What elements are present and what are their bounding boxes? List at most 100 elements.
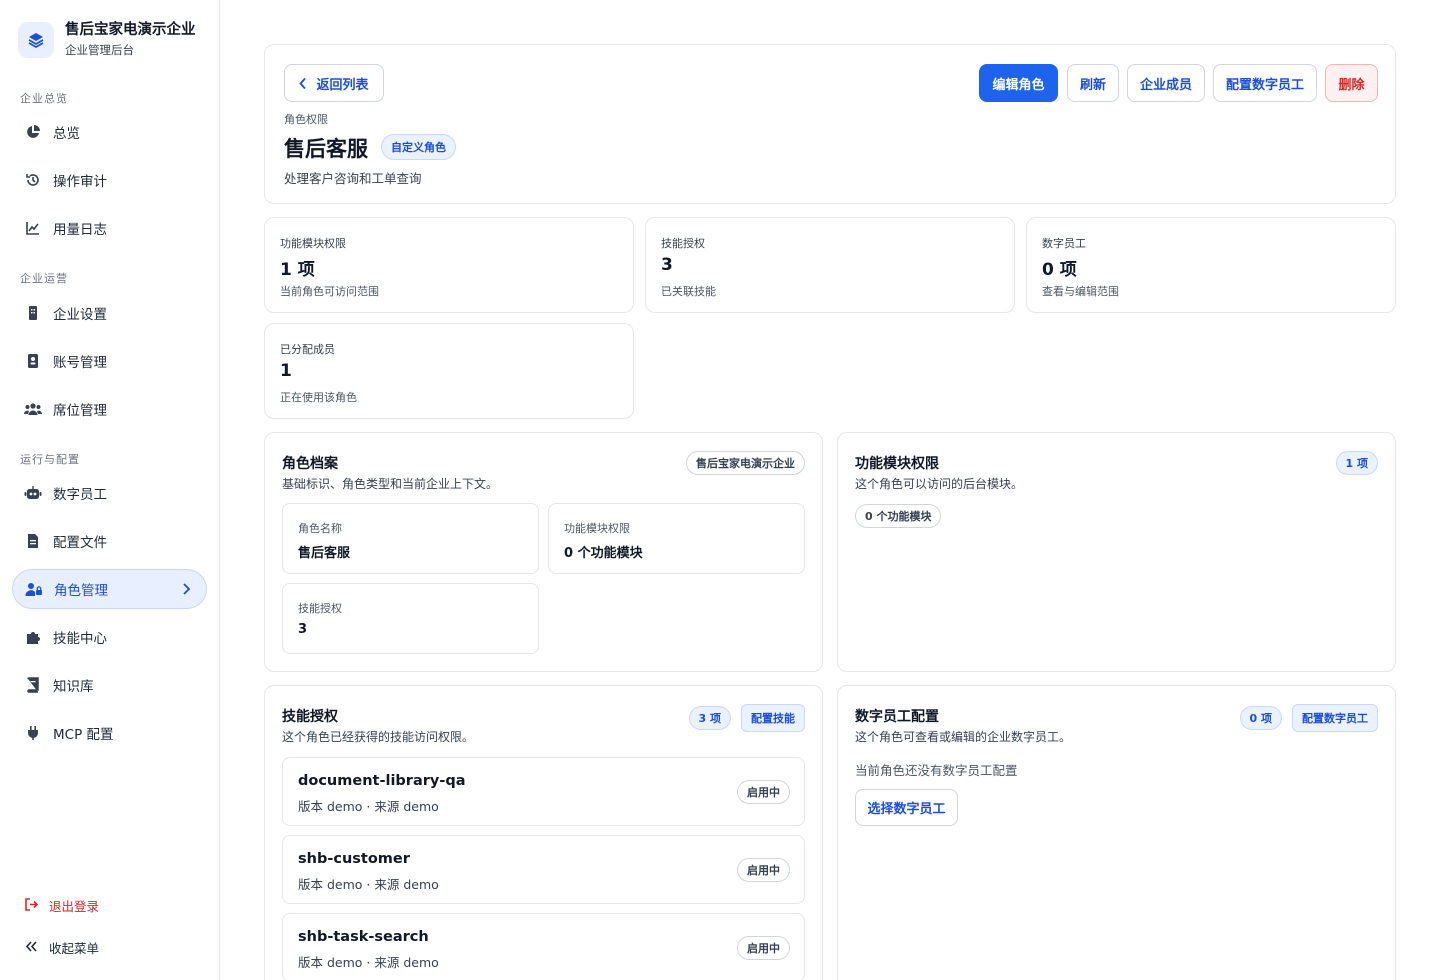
id-badge-icon [24,352,42,370]
stat-card-skills: 技能授权 3 已关联技能 [645,217,1015,313]
configure-skills-button[interactable]: 配置技能 [741,704,805,732]
pie-chart-icon [24,123,42,141]
sidebar-item-overview[interactable]: 总览 [12,112,207,152]
skills-count-badge: 3 项 [688,706,731,730]
sidebar-item-audit[interactable]: 操作审计 [12,160,207,200]
sidebar-item-label: 总览 [53,126,80,142]
members-button[interactable]: 企业成员 [1127,64,1205,102]
sidebar-item-label: 用量日志 [53,222,107,238]
back-button[interactable]: 返回列表 [284,64,384,102]
page-title: 售后客服 [284,137,368,161]
sidebar-item-knowledge[interactable]: 知识库 [12,665,207,705]
book-icon [24,676,42,694]
sidebar-item-config-files[interactable]: 配置文件 [12,521,207,561]
field-value: 3 [298,622,308,637]
brand-subtitle: 企业管理后台 [65,43,134,57]
sidebar-item-label: 席位管理 [53,403,107,419]
file-icon [24,532,42,550]
chevrons-left-icon [24,939,39,957]
employees-subtitle: 这个角色可查看或编辑的企业数字员工。 [855,730,1072,744]
field-skill-grants: 技能授权 3 [282,583,539,654]
sidebar-item-label: 数字员工 [53,487,107,503]
line-chart-icon [24,219,42,237]
stat-card-modules: 功能模块权限 1 项 当前角色可访问范围 [264,217,634,313]
role-profile-card: 角色档案 基础标识、角色类型和当前企业上下文。 售后宝家电演示企业 角色名称 售… [264,432,823,672]
sidebar-item-label: 技能中心 [53,631,107,647]
skill-meta: 版本 demo · 来源 demo [298,877,439,892]
modules-count-badge: 1 项 [1335,451,1378,475]
skill-name: document-library-qa [298,773,466,789]
chevron-right-icon [180,581,192,600]
brand-name: 售后宝家电演示企业 [65,22,196,38]
section-operations: 企业运营 [20,272,68,285]
stat-label: 功能模块权限 [280,237,346,250]
edit-role-button[interactable]: 编辑角色 [979,64,1058,102]
modules-subtitle: 这个角色可以访问的后台模块。 [855,477,1024,491]
list-item[interactable]: shb-customer 版本 demo · 来源 demo 启用中 [282,835,805,904]
field-value: 售后客服 [298,546,351,561]
section-runtime: 运行与配置 [20,453,80,466]
sidebar-item-seats[interactable]: 席位管理 [12,389,207,429]
sidebar-item-usage-log[interactable]: 用量日志 [12,208,207,248]
skills-title: 技能授权 [282,709,338,725]
refresh-button[interactable]: 刷新 [1067,64,1119,102]
sidebar-item-label: 配置文件 [53,535,107,551]
skill-name: shb-task-search [298,929,429,945]
role-header-card: 返回列表 编辑角色 刷新 企业成员 配置数字员工 删除 角色权限 售后客服 自定… [264,44,1396,204]
profile-subtitle: 基础标识、角色类型和当前企业上下文。 [282,477,499,491]
stat-subtitle: 查看与编辑范围 [1042,285,1119,298]
stat-subtitle: 已关联技能 [661,285,716,298]
chevron-left-icon [299,77,307,90]
field-role-name: 角色名称 售后客服 [282,503,539,574]
sidebar-item-settings[interactable]: 企业设置 [12,293,207,333]
skill-grants-card: 技能授权 这个角色已经获得的技能访问权限。 3 项 配置技能 document-… [264,685,823,980]
digital-employees-card: 数字员工配置 这个角色可查看或编辑的企业数字员工。 0 项 配置数字员工 当前角… [837,685,1396,980]
profile-title: 角色档案 [282,456,338,472]
users-icon [24,400,42,418]
status-badge: 启用中 [737,858,790,882]
stat-value: 1 [280,361,292,381]
history-icon [24,171,42,189]
sidebar-item-label: MCP 配置 [53,727,114,743]
logout-icon [24,897,39,915]
stat-subtitle: 正在使用该角色 [280,391,357,404]
skill-name: shb-customer [298,851,410,867]
employees-title: 数字员工配置 [855,709,939,725]
employees-empty-text: 当前角色还没有数字员工配置 [855,763,1018,778]
sidebar-item-mcp[interactable]: MCP 配置 [12,713,207,753]
section-overview: 企业总览 [20,92,68,105]
list-item[interactable]: shb-task-search 版本 demo · 来源 demo 启用中 [282,913,805,980]
sidebar-item-roles[interactable]: 角色管理 [12,569,207,609]
logout-label: 退出登录 [49,899,100,914]
stat-value: 0 项 [1042,260,1077,280]
sidebar-item-label: 账号管理 [53,355,107,371]
sidebar-item-skills[interactable]: 技能中心 [12,617,207,657]
collapse-menu-button[interactable]: 收起菜单 [24,938,99,957]
configure-employees-button[interactable]: 配置数字员工 [1213,64,1317,102]
sidebar-item-label: 角色管理 [54,583,108,599]
brand: 售后宝家电演示企业 企业管理后台 [18,20,196,58]
stat-label: 技能授权 [661,237,705,250]
collapse-menu-label: 收起菜单 [49,941,100,956]
select-employee-button[interactable]: 选择数字员工 [855,789,958,826]
puzzle-icon [24,628,42,646]
field-label: 角色名称 [298,522,342,535]
stat-label: 数字员工 [1042,237,1086,250]
stat-card-members: 已分配成员 1 正在使用该角色 [264,323,634,419]
configure-employees-inline-button[interactable]: 配置数字员工 [1292,704,1378,732]
module-permissions-card: 功能模块权限 这个角色可以访问的后台模块。 1 项 0 个功能模块 [837,432,1396,672]
building-icon [24,304,42,322]
stat-value: 1 项 [280,260,315,280]
back-label: 返回列表 [316,77,369,93]
enterprise-tag: 售后宝家电演示企业 [686,451,805,475]
sidebar-item-label: 操作审计 [53,174,107,190]
logout-button[interactable]: 退出登录 [24,896,99,915]
delete-button[interactable]: 删除 [1325,64,1378,102]
stat-label: 已分配成员 [280,343,335,356]
field-module-permissions: 功能模块权限 0 个功能模块 [548,503,805,574]
sidebar-item-accounts[interactable]: 账号管理 [12,341,207,381]
sidebar-item-digital-employees[interactable]: 数字员工 [12,473,207,513]
user-lock-icon [25,580,43,598]
stat-card-employees: 数字员工 0 项 查看与编辑范围 [1026,217,1396,313]
list-item[interactable]: document-library-qa 版本 demo · 来源 demo 启用… [282,757,805,826]
